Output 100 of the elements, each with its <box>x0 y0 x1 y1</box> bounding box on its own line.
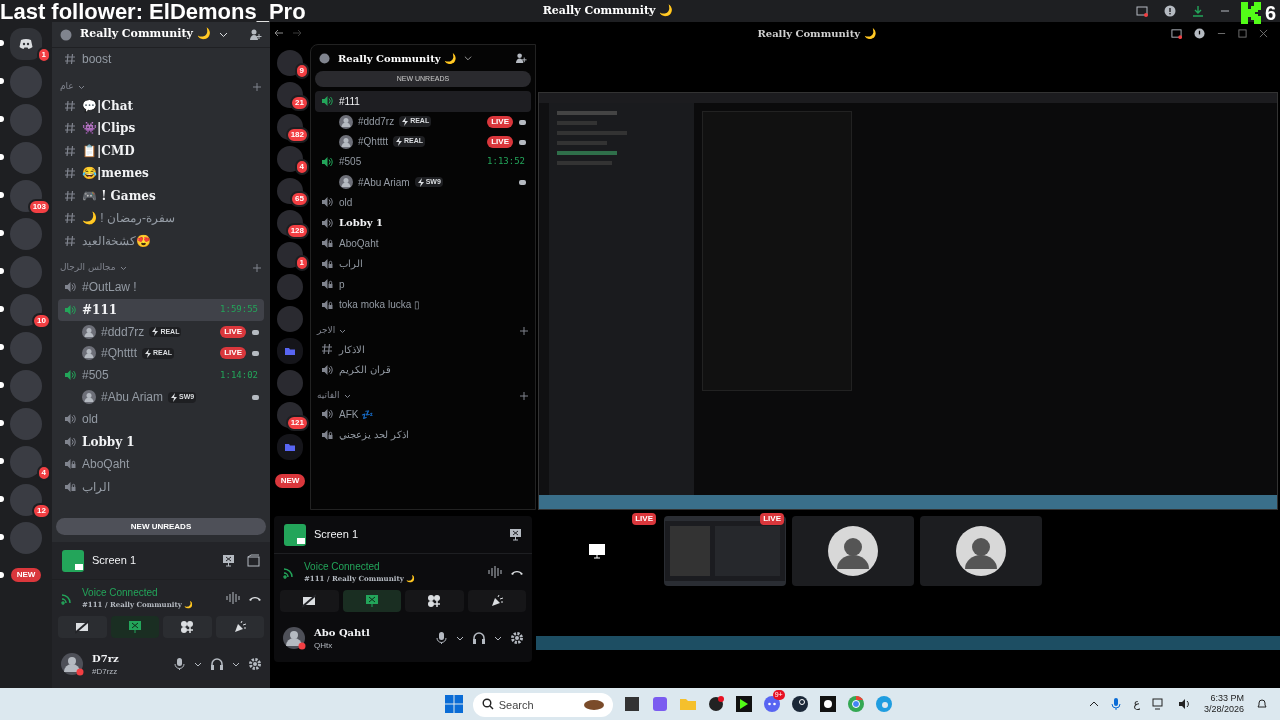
channel-item[interactable]: 🌙 ! سفرة-رمضان <box>58 207 264 230</box>
channel-item[interactable]: اذكر لحد يزعجني <box>315 424 531 445</box>
server-icon[interactable] <box>277 50 303 76</box>
screen-icon[interactable] <box>1171 27 1182 39</box>
screen-icon[interactable] <box>1136 5 1148 17</box>
folder-icon <box>284 441 296 453</box>
chevron-icon[interactable] <box>218 30 228 39</box>
channel-item[interactable]: #OutLaw ! <box>58 276 264 299</box>
stream-tile[interactable] <box>920 516 1042 586</box>
home-button[interactable] <box>10 28 42 60</box>
channel-item[interactable]: AboQaht <box>58 453 264 476</box>
chrome-icon[interactable] <box>846 695 865 713</box>
add-friend-icon[interactable] <box>249 28 262 41</box>
avatar-icon <box>955 525 1007 577</box>
channel-item[interactable]: قران الكريم <box>315 359 531 380</box>
camera-off-button[interactable] <box>58 616 107 638</box>
locked-speaker-icon <box>321 298 333 311</box>
add-friend-icon[interactable] <box>515 52 527 64</box>
connection-status: Voice Connected <box>82 586 159 601</box>
connection-status: Voice Connected <box>304 560 381 575</box>
channel-item[interactable]: 💬|Chat <box>58 94 264 117</box>
network-icon[interactable] <box>1151 698 1166 710</box>
activities-button[interactable] <box>405 590 464 612</box>
channel-item[interactable]: #505 1:14:02 <box>58 364 264 387</box>
server-name[interactable]: Really Community 🌙 <box>338 50 457 66</box>
channel-item[interactable]: #111 <box>315 91 531 112</box>
app-icon[interactable] <box>622 695 641 713</box>
channel-item[interactable]: كشخةالعيد😍 <box>58 229 264 252</box>
party-popper-button[interactable] <box>467 590 526 612</box>
new-unreads-button[interactable]: NEW UNREADS <box>56 518 266 535</box>
channel-item[interactable]: AFK 💤 <box>315 404 531 425</box>
hash-icon <box>64 189 76 202</box>
new-badge[interactable]: NEW <box>10 568 42 582</box>
user-name: D7rz <box>92 651 120 666</box>
discord-logo-icon <box>18 37 34 51</box>
camera-off-icon <box>75 620 90 634</box>
camera-off-button[interactable] <box>280 590 339 612</box>
channel-item[interactable]: old <box>58 408 264 431</box>
activities-button[interactable] <box>163 616 212 638</box>
server-folder[interactable] <box>277 434 303 460</box>
download-icon[interactable] <box>1192 5 1204 17</box>
server-folder[interactable] <box>277 338 303 364</box>
unread-badge: 121 <box>285 415 309 431</box>
channel-item[interactable]: Lobby 1 <box>58 430 264 453</box>
stop-share-button[interactable] <box>110 616 159 638</box>
channel-item[interactable]: old <box>315 192 531 213</box>
back-arrow-icon[interactable] <box>274 29 284 37</box>
channel-item[interactable]: 🎮 ! Games <box>58 184 264 207</box>
channel-item[interactable]: boost <box>58 48 264 71</box>
microphone-icon[interactable] <box>1111 697 1122 711</box>
channel-item[interactable]: AboQaht <box>315 233 531 254</box>
speaker-icon[interactable] <box>1177 698 1192 710</box>
party-popper-button[interactable] <box>215 616 264 638</box>
stream-tile[interactable] <box>792 516 914 586</box>
channel-item[interactable]: 👾|Clips <box>58 117 264 140</box>
steam-icon[interactable] <box>790 695 809 713</box>
category-label[interactable]: الاجر <box>317 324 336 338</box>
channel-item[interactable]: #505 1:13:52 <box>315 151 531 172</box>
help-icon[interactable] <box>1194 27 1205 39</box>
window-title: Really Community 🌙 <box>757 26 876 41</box>
channel-item[interactable]: toka moka lucka ▯ <box>315 294 531 315</box>
close-icon[interactable] <box>1259 28 1268 38</box>
record-icon[interactable] <box>706 695 725 713</box>
channel-item[interactable]: p <box>315 274 531 295</box>
app-icon[interactable] <box>734 695 753 713</box>
app-icon[interactable] <box>818 695 837 713</box>
search-field[interactable]: Search <box>472 693 613 717</box>
channel-item[interactable]: 📋|CMD <box>58 139 264 162</box>
stream-name: Screen 1 <box>314 527 359 543</box>
user-name: Abo Qahtl <box>314 625 371 640</box>
category-label[interactable]: الفاتيه <box>317 389 340 403</box>
stop-share-icon <box>364 594 379 608</box>
category-label[interactable]: عام <box>60 79 74 94</box>
channel-item[interactable]: الراب <box>58 475 264 498</box>
clock[interactable]: 6:33 PM 3/28/2026 <box>1203 693 1244 715</box>
stream-tile[interactable]: LIVE <box>664 516 786 586</box>
locked-speaker-icon <box>64 458 76 471</box>
channel-item[interactable]: #111 1:59:55 <box>58 298 264 321</box>
clapper-icon <box>247 554 260 567</box>
channel-item[interactable]: Lobby 1 <box>315 212 531 233</box>
chevron-up-icon[interactable] <box>1089 700 1100 708</box>
activities-icon <box>180 620 195 634</box>
discord-icon[interactable] <box>762 695 781 713</box>
windows-start-icon[interactable] <box>444 695 463 713</box>
language-indicator[interactable]: ع <box>1133 695 1140 713</box>
channel-item[interactable]: الراب <box>315 253 531 274</box>
help-icon[interactable] <box>1164 5 1176 17</box>
channel-item[interactable]: 😂|memes <box>58 162 264 185</box>
category-label[interactable]: مجالس الرجال <box>60 261 116 275</box>
new-badge[interactable]: NEW <box>274 474 306 488</box>
stop-stream-icon <box>222 554 235 567</box>
chevron-icon[interactable] <box>464 54 473 62</box>
microphone-icon <box>435 631 448 645</box>
server-name[interactable]: Really Community 🌙 <box>80 26 211 43</box>
bell-icon[interactable] <box>1256 698 1268 710</box>
stop-share-button[interactable] <box>342 590 401 612</box>
locked-speaker-icon <box>321 278 333 291</box>
channel-item[interactable]: الاذكار <box>315 339 531 360</box>
locked-speaker-icon <box>64 480 76 493</box>
chevron-icon <box>494 635 502 641</box>
